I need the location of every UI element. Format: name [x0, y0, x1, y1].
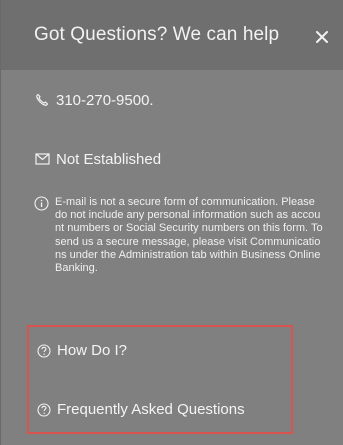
info-icon: [34, 196, 49, 275]
how-do-i-link[interactable]: How Do I?: [37, 342, 127, 359]
question-circle-icon: [37, 343, 51, 358]
close-icon: [316, 31, 328, 43]
phone-number: 310-270-9500.: [56, 91, 154, 109]
help-links-box: How Do I? Frequently Asked Questions: [27, 325, 293, 434]
envelope-icon: [35, 153, 50, 165]
phone-row[interactable]: 310-270-9500.: [35, 88, 154, 112]
how-do-i-label: How Do I?: [57, 342, 128, 359]
notice-text: E-mail is not a secure form of communica…: [55, 196, 323, 275]
faq-label: Frequently Asked Questions: [57, 401, 245, 418]
email-row: Not Established: [35, 148, 161, 170]
panel-title: Got Questions? We can help: [34, 24, 280, 45]
phone-icon: [35, 93, 49, 107]
panel-header: Got Questions? We can help: [1, 0, 343, 70]
help-panel: Got Questions? We can help 310-270-9500.…: [0, 0, 343, 445]
question-circle-icon: [37, 402, 51, 417]
faq-link[interactable]: Frequently Asked Questions: [37, 401, 245, 418]
email-value: Not Established: [56, 150, 162, 168]
security-notice: E-mail is not a secure form of communica…: [34, 196, 324, 275]
close-button[interactable]: [309, 24, 335, 50]
